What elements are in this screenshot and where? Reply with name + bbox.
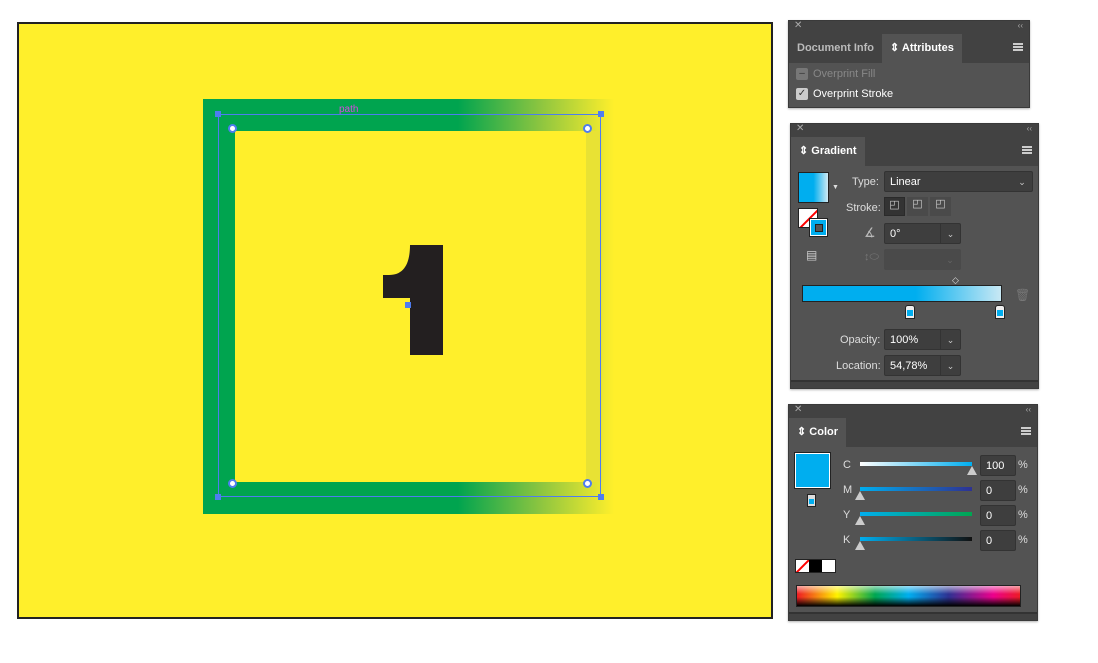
corner-widget[interactable]: [583, 479, 592, 488]
magenta-input[interactable]: 0: [980, 480, 1016, 501]
slider-thumb[interactable]: [855, 491, 865, 500]
corner-widget[interactable]: [583, 124, 592, 133]
close-icon[interactable]: ✕: [794, 404, 802, 415]
type-label: Type:: [852, 176, 879, 188]
anchor-handle[interactable]: [598, 494, 604, 500]
slider-thumb[interactable]: [967, 466, 977, 475]
stroke-swatch[interactable]: [809, 218, 828, 237]
tab-document-info[interactable]: Document Info: [789, 34, 882, 63]
angle-input[interactable]: 0° ⌄: [884, 223, 961, 244]
collapse-icon[interactable]: ‹‹: [1026, 405, 1031, 414]
resize-grip[interactable]: [789, 612, 1037, 620]
gradient-slider[interactable]: [802, 285, 1002, 302]
resize-grip[interactable]: [791, 380, 1038, 388]
quick-swatches: [795, 559, 836, 573]
yellow-input[interactable]: 0: [980, 505, 1016, 526]
magenta-slider[interactable]: [860, 487, 972, 491]
cyan-input[interactable]: 100: [980, 455, 1016, 476]
gradient-stop[interactable]: [905, 305, 915, 319]
panel-menu-icon[interactable]: [1022, 146, 1032, 154]
collapse-icon[interactable]: ‹‹: [1018, 21, 1023, 30]
panel-menu-icon[interactable]: [1013, 43, 1023, 51]
black-slider[interactable]: [860, 537, 972, 541]
reverse-gradient-icon[interactable]: ▤: [806, 248, 817, 262]
yellow-slider[interactable]: [860, 512, 972, 516]
stroke-across-button[interactable]: ◰: [930, 197, 951, 216]
color-spectrum[interactable]: [796, 585, 1021, 607]
sort-icon: ⇕: [890, 42, 902, 54]
aspect-ratio-icon: ↕⬭: [864, 251, 879, 263]
stroke-along-button[interactable]: ◰: [907, 197, 928, 216]
corner-widget[interactable]: [228, 124, 237, 133]
stroke-label: Stroke:: [846, 202, 881, 214]
close-icon[interactable]: ✕: [796, 123, 804, 134]
stroke-gradient-options: ◰ ◰ ◰: [884, 197, 951, 216]
collapse-icon[interactable]: ‹‹: [1027, 124, 1032, 133]
location-label: Location:: [836, 360, 881, 372]
type-select[interactable]: Linear ⌄: [884, 171, 1033, 192]
dropdown-arrow-icon[interactable]: ▼: [832, 184, 839, 191]
tab-attributes[interactable]: ⇕ Attributes: [882, 34, 962, 63]
color-panel: ✕ ‹‹ ⇕ Color C 100% M 0% Y 0% K 0%: [788, 404, 1038, 621]
artboard[interactable]: path: [17, 22, 773, 619]
none-swatch[interactable]: [796, 560, 809, 572]
tab-gradient[interactable]: ⇕ Gradient: [791, 137, 865, 166]
aspect-ratio-input: ⌄: [884, 249, 961, 270]
panel-menu-icon[interactable]: [1021, 427, 1031, 435]
gradient-stop[interactable]: [995, 305, 1005, 319]
black-swatch[interactable]: [809, 560, 822, 572]
attributes-panel: ✕ ‹‹ Document Info ⇕ Attributes – Overprin…: [788, 20, 1030, 108]
anchor-handle[interactable]: [598, 111, 604, 117]
cyan-slider[interactable]: [860, 462, 972, 466]
corner-widget[interactable]: [228, 479, 237, 488]
slider-thumb[interactable]: [855, 541, 865, 550]
white-swatch[interactable]: [822, 560, 835, 572]
angle-icon: ∡: [864, 225, 876, 240]
black-input[interactable]: 0: [980, 530, 1016, 551]
close-icon[interactable]: ✕: [794, 20, 802, 31]
stroke-within-button[interactable]: ◰: [884, 197, 905, 216]
tab-color[interactable]: ⇕ Color: [789, 418, 847, 447]
selection-bounding-box: [218, 114, 601, 497]
slider-thumb[interactable]: [855, 516, 865, 525]
gradient-swatch[interactable]: [798, 172, 829, 203]
fill-color-swatch[interactable]: [794, 452, 831, 489]
opacity-input[interactable]: 100% ⌄: [884, 329, 961, 350]
out-of-gamut-icon: [807, 494, 816, 507]
gradient-panel: ✕ ‹‹ ⇕ Gradient ▼ ▤ Type: Linear ⌄ Stroke:…: [790, 123, 1039, 389]
trash-icon[interactable]: 🗑: [1015, 288, 1030, 302]
anchor-handle[interactable]: [215, 494, 221, 500]
overprint-stroke-checkbox[interactable]: ✓ Overprint Stroke: [796, 88, 893, 101]
smart-guide-label: path: [339, 104, 359, 115]
overprint-fill-checkbox: – Overprint Fill: [796, 68, 875, 81]
opacity-label: Opacity:: [840, 334, 881, 346]
location-input[interactable]: 54,78% ⌄: [884, 355, 961, 376]
anchor-handle[interactable]: [215, 111, 221, 117]
